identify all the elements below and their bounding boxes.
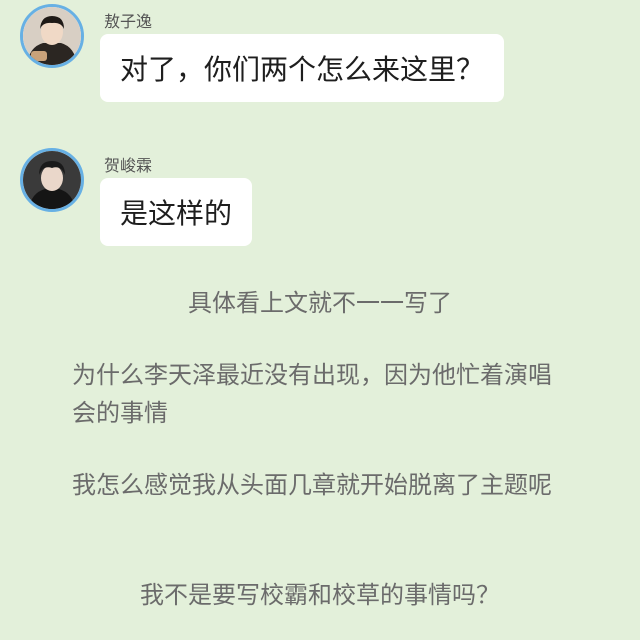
chat-message: 贺峻霖 是这样的 bbox=[0, 142, 640, 252]
chat-message: 敖子逸 对了，你们两个怎么来这里？ bbox=[0, 0, 640, 110]
message-bubble[interactable]: 是这样的 bbox=[100, 178, 253, 246]
avatar-photo-icon bbox=[23, 151, 81, 209]
narration-line: 我不是要写校霸和校草的事情吗？ bbox=[140, 581, 500, 609]
message-bubble[interactable]: 对了，你们两个怎么来这里？ bbox=[100, 34, 505, 102]
sender-avatar[interactable] bbox=[20, 4, 84, 68]
sender-avatar[interactable] bbox=[20, 148, 84, 212]
narration-line: 具体看上文就不一一写了 bbox=[188, 289, 452, 317]
sender-name: 敖子逸 bbox=[104, 12, 153, 31]
narration-paragraph: 我怎么感觉我从头面几章就开始脱离了主题呢 bbox=[72, 471, 552, 499]
sender-name: 贺峻霖 bbox=[104, 156, 153, 175]
avatar-photo-icon bbox=[23, 7, 81, 65]
narration-paragraph: 为什么李天泽最近没有出现，因为他忙着演唱会的事情 bbox=[72, 361, 552, 427]
